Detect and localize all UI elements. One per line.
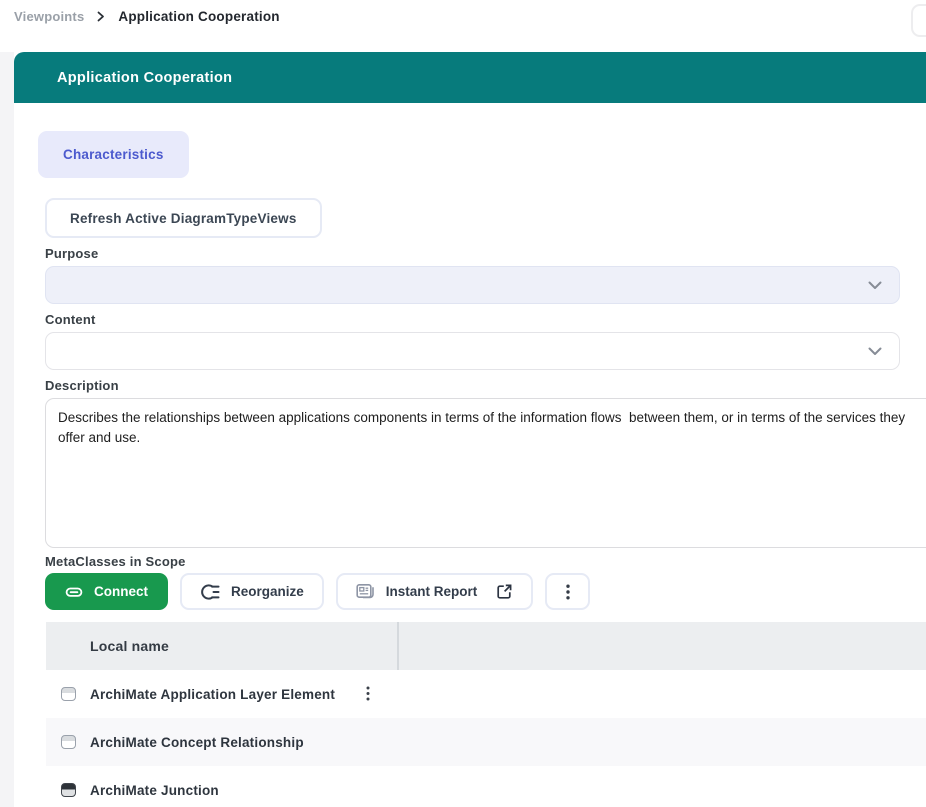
- metaclass-name: ArchiMate Junction: [90, 783, 219, 798]
- table-row[interactable]: ArchiMate Application Layer Element: [46, 670, 926, 718]
- kebab-menu-icon: [566, 584, 570, 600]
- chevron-down-icon: [867, 280, 883, 291]
- breadcrumb-viewpoints[interactable]: Viewpoints: [14, 9, 84, 24]
- viewpoint-panel: Application Cooperation Characteristics …: [14, 52, 926, 807]
- column-header-local-name: Local name: [46, 622, 397, 670]
- reorganize-button-label: Reorganize: [231, 584, 304, 599]
- table-header: Local name: [46, 622, 926, 670]
- metaclasses-table: Local name ArchiMate Application Layer E…: [46, 622, 926, 807]
- refresh-button-label: Refresh Active DiagramTypeViews: [70, 211, 297, 226]
- connect-button[interactable]: Connect: [45, 573, 168, 610]
- table-row[interactable]: ArchiMate Concept Relationship: [46, 718, 926, 766]
- reorganize-button[interactable]: Reorganize: [180, 573, 324, 610]
- description-label: Description: [45, 378, 119, 393]
- purpose-select[interactable]: [45, 266, 900, 304]
- chevron-right-icon: [97, 11, 105, 22]
- metaclass-icon: [61, 783, 76, 797]
- chevron-down-icon: [867, 346, 883, 357]
- breadcrumb-current: Application Cooperation: [118, 9, 279, 24]
- panel-title: Application Cooperation: [57, 70, 232, 86]
- table-row[interactable]: ArchiMate Junction: [46, 766, 926, 807]
- link-icon: [65, 583, 83, 601]
- tab-characteristics-label: Characteristics: [63, 147, 164, 162]
- breadcrumb: Viewpoints Application Cooperation: [14, 9, 280, 24]
- floating-panel: [911, 4, 926, 37]
- content-select[interactable]: [45, 332, 900, 370]
- report-icon: [356, 583, 375, 600]
- refresh-active-diagramtypeviews-button[interactable]: Refresh Active DiagramTypeViews: [45, 198, 322, 238]
- more-options-button[interactable]: [545, 573, 590, 610]
- metaclass-name: ArchiMate Concept Relationship: [90, 735, 304, 750]
- instant-report-button[interactable]: Instant Report: [336, 573, 534, 610]
- tab-characteristics[interactable]: Characteristics: [38, 131, 189, 178]
- content-label: Content: [45, 312, 96, 327]
- instant-report-button-label: Instant Report: [386, 584, 478, 599]
- page-gutter: [0, 52, 14, 807]
- row-kebab-menu-icon[interactable]: [366, 686, 370, 706]
- metaclasses-toolbar: Connect Reorganize: [45, 573, 590, 610]
- panel-header: Application Cooperation: [14, 52, 926, 103]
- external-link-icon: [496, 583, 513, 600]
- tree-structure-icon: [200, 583, 220, 601]
- metaclasses-in-scope-label: MetaClasses in Scope: [45, 554, 186, 569]
- column-header-empty: [399, 622, 926, 670]
- connect-button-label: Connect: [94, 584, 148, 599]
- purpose-label: Purpose: [45, 246, 98, 261]
- metaclass-name: ArchiMate Application Layer Element: [90, 687, 335, 702]
- description-textarea[interactable]: Describes the relationships between appl…: [45, 398, 926, 548]
- metaclass-icon: [61, 735, 76, 749]
- metaclass-icon: [61, 687, 76, 701]
